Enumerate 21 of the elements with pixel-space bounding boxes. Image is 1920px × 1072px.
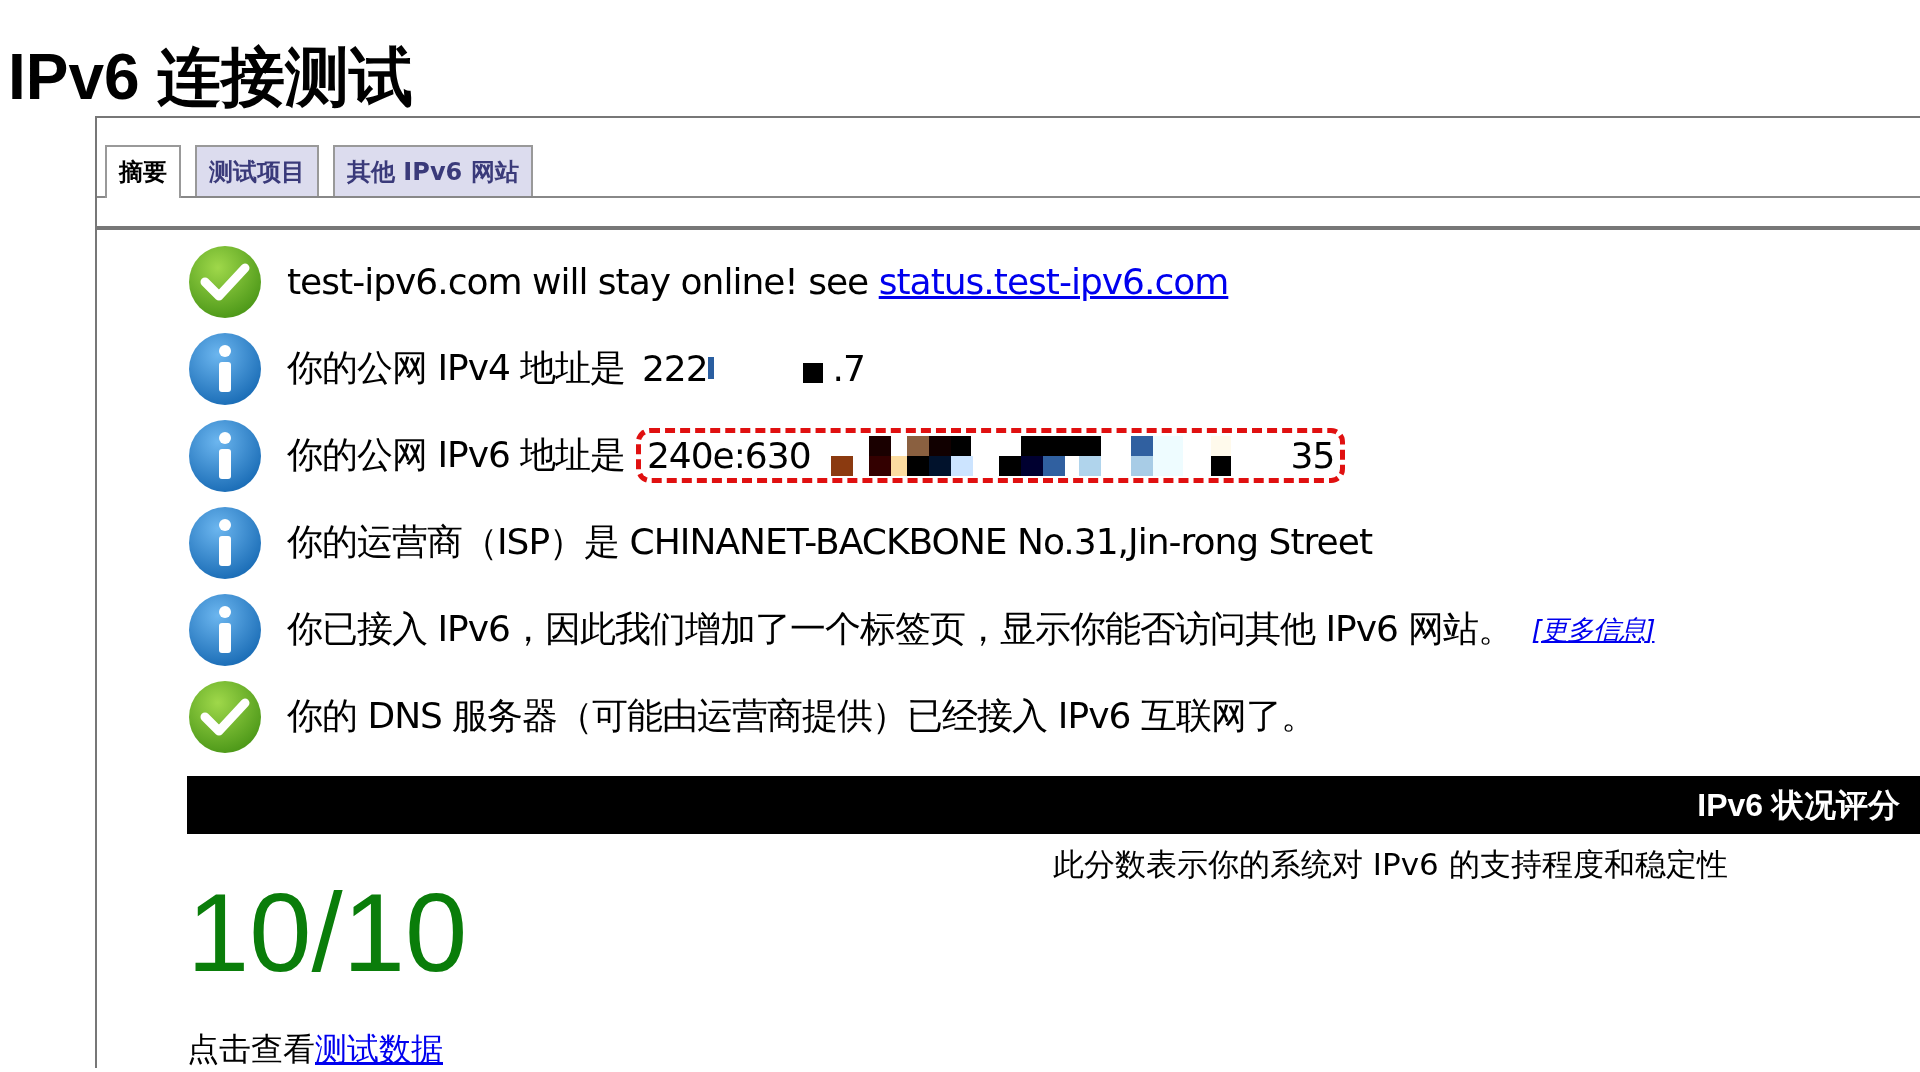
result-text: test-ipv6.com will stay online! see xyxy=(287,261,870,303)
status-link[interactable]: status.test-ipv6.com xyxy=(878,261,1229,303)
page-title: IPv6 连接测试 xyxy=(7,40,414,113)
result-text: 你的 DNS 服务器（可能由运营商提供）已经接入 IPv6 互联网了。 xyxy=(287,694,1316,739)
test-data-link[interactable]: 测试数据 xyxy=(315,1028,443,1072)
tab[interactable]: 其他 IPv6 网站 xyxy=(333,145,533,197)
result-text: .7 xyxy=(832,348,865,390)
result-text: 你已接入 IPv6，因此我们增加了一个标签页，显示你能否访问其他 IPv6 网站。 xyxy=(287,607,1514,652)
result-text: 你的公网 IPv6 地址是 xyxy=(287,433,627,478)
result-text: 240e:630 xyxy=(646,435,811,477)
score-value: 10/10 xyxy=(187,869,469,998)
tab[interactable]: 摘要 xyxy=(105,145,181,199)
more-info-link[interactable]: [更多信息] xyxy=(1531,611,1655,648)
score-header: IPv6 状况评分 xyxy=(187,776,1920,835)
footer-label: 点击查看 xyxy=(187,1029,315,1071)
score-description: 此分数表示你的系统对 IPv6 的支持程度和稳定性 xyxy=(1053,845,1728,885)
result-text: 35 xyxy=(1290,435,1335,477)
result-text: 你的运营商（ISP）是 CHINANET-BACKBONE No.31,Jin-rong Street xyxy=(287,520,1372,565)
tab[interactable]: 测试项目 xyxy=(195,145,319,197)
result-text: 222 xyxy=(641,348,708,390)
result-text: 你的公网 IPv4 地址是 xyxy=(287,346,627,391)
